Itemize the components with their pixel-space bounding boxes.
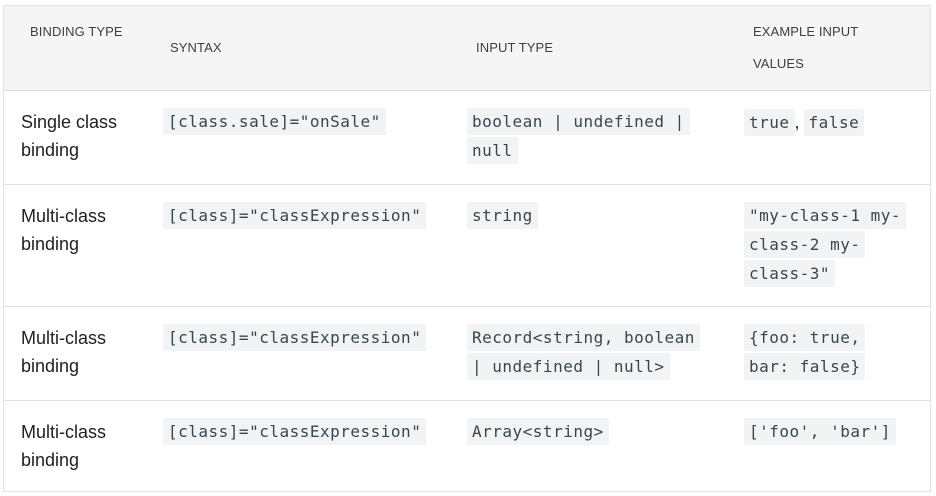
table-row: Single class binding [class.sale]="onSal… (4, 91, 930, 185)
example-value-code: false (803, 109, 865, 136)
binding-type-cell: Multi-class binding (21, 422, 107, 470)
syntax-code: [class.sale]="onSale" (163, 108, 386, 135)
input-type-cell: Record<string, boolean | undefined | nul… (467, 324, 712, 382)
example-value-code: {foo: true, bar: false} (744, 324, 866, 380)
example-values-cell: ['foo', 'bar'] (744, 418, 914, 447)
input-type-code: Record<string, boolean | undefined | nul… (467, 324, 700, 380)
input-type-cell: string (467, 202, 707, 231)
input-type-cell: boolean | undefined | null (467, 108, 707, 166)
header-input-type: INPUT TYPE (476, 40, 554, 55)
binding-type-cell: Multi-class binding (21, 328, 107, 376)
binding-type-cell: Multi-class binding (21, 206, 107, 254)
binding-type-cell: Single class binding (21, 112, 118, 160)
example-value-code: "my-class-1 my-class-2 my-class-3" (744, 202, 906, 287)
syntax-cell: [class]="classExpression" (163, 324, 453, 353)
syntax-cell: [class.sale]="onSale" (163, 108, 443, 137)
table-header-row: BINDING TYPE SYNTAX INPUT TYPE EXAMPLE I… (4, 6, 930, 91)
table-row: Multi-class binding [class]="classExpres… (4, 401, 930, 491)
syntax-cell: [class]="classExpression" (163, 202, 453, 231)
example-separator: , (794, 112, 800, 132)
table-row: Multi-class binding [class]="classExpres… (4, 185, 930, 307)
header-binding-type: BINDING TYPE (30, 24, 123, 39)
input-type-code: string (467, 202, 538, 229)
syntax-cell: [class]="classExpression" (163, 418, 453, 447)
header-example-input-values: EXAMPLE INPUT VALUES (753, 24, 859, 71)
syntax-code: [class]="classExpression" (163, 324, 427, 351)
input-type-code: Array<string> (467, 418, 609, 445)
syntax-code: [class]="classExpression" (163, 418, 427, 445)
example-value-code: true (744, 109, 795, 136)
example-values-cell: {foo: true, bar: false} (744, 324, 879, 382)
syntax-code: [class]="classExpression" (163, 202, 427, 229)
table-row: Multi-class binding [class]="classExpres… (4, 307, 930, 401)
example-values-cell: "my-class-1 my-class-2 my-class-3" (744, 202, 912, 289)
example-value-code: ['foo', 'bar'] (744, 418, 896, 445)
header-syntax: SYNTAX (170, 40, 222, 55)
input-type-code: boolean | undefined | null (467, 108, 690, 164)
input-type-cell: Array<string> (467, 418, 707, 447)
class-binding-table: BINDING TYPE SYNTAX INPUT TYPE EXAMPLE I… (3, 5, 931, 492)
example-values-cell: true, false (744, 108, 914, 138)
